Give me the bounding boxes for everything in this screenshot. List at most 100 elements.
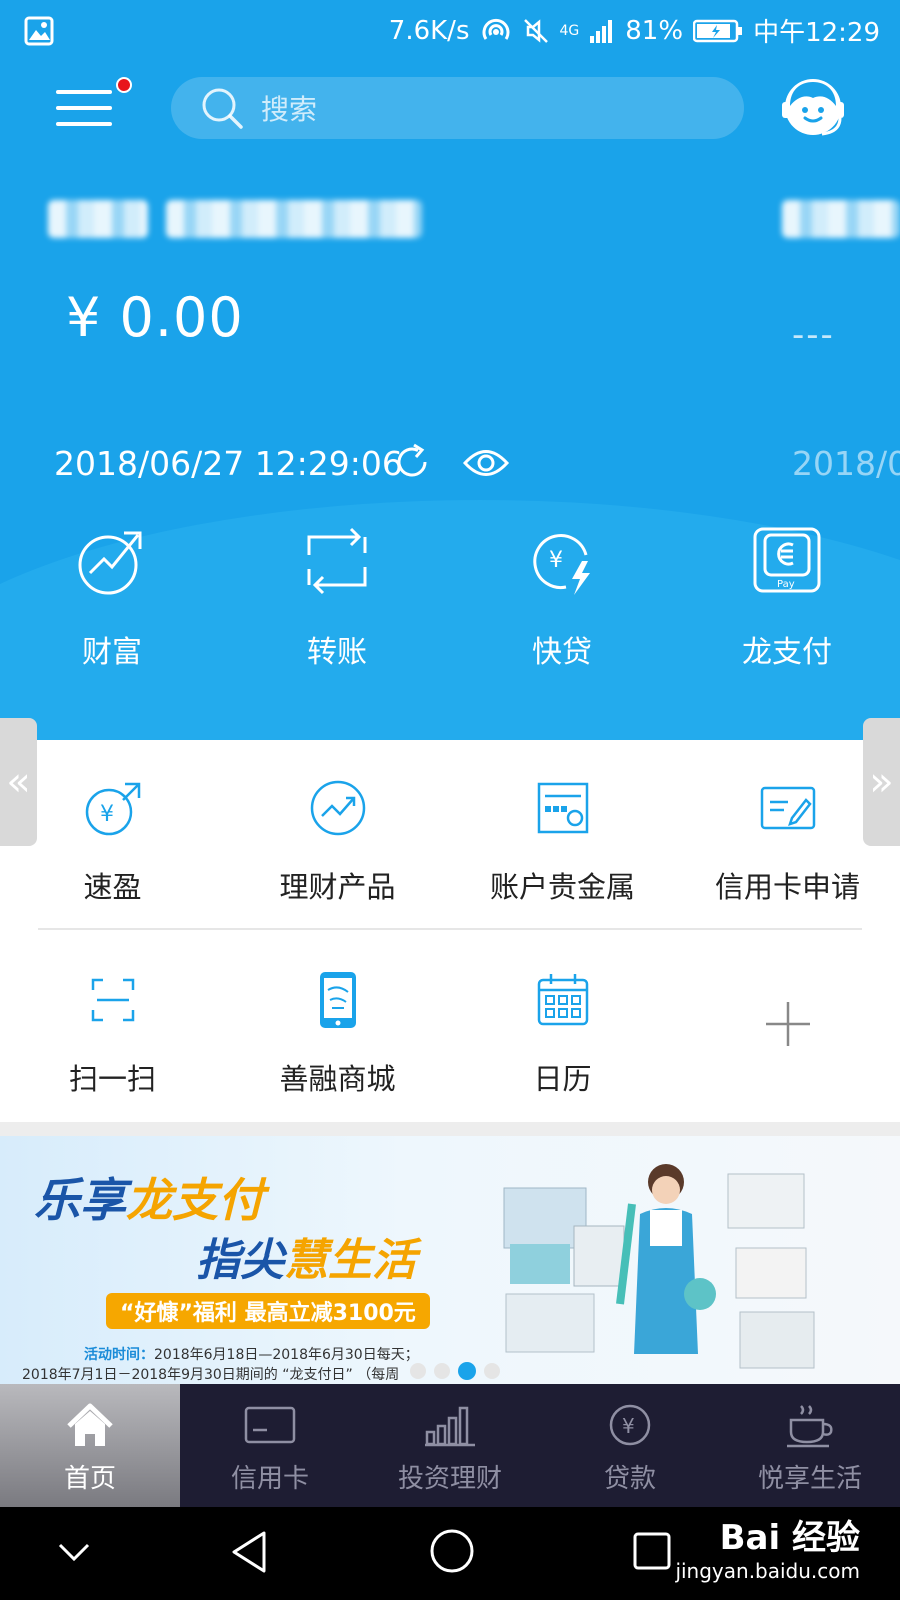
calendar-icon: [537, 974, 588, 1026]
grid-item-suying[interactable]: ¥ 速盈: [0, 778, 225, 906]
quick-action-label: 快贷: [532, 635, 592, 670]
grid-item-calendar[interactable]: 日历: [450, 970, 675, 1098]
grid-item-label: 日历: [533, 1062, 592, 1096]
watermark-url: jingyan.baidu.com: [675, 1559, 860, 1583]
secondary-balance: ---: [792, 315, 835, 355]
balance-amount[interactable]: ¥ 0.00: [66, 286, 244, 349]
secondary-account-masked: [782, 200, 900, 238]
pagination-dot[interactable]: [484, 1363, 500, 1379]
grid-item-label: 账户贵金属: [489, 870, 635, 904]
bottom-tab-bar: 首页 信用卡 投资理财 ¥ 贷款 悦享生活: [0, 1384, 900, 1507]
quick-action-label: 财富: [82, 635, 142, 670]
recents-icon[interactable]: [632, 1531, 672, 1571]
investment-icon: [425, 1406, 475, 1447]
pagination-dot[interactable]: [434, 1363, 450, 1379]
menu-icon: [56, 90, 112, 94]
scan-icon: [91, 978, 134, 1022]
precious-metal-icon: [537, 782, 588, 834]
quick-action-long-pay[interactable]: Pay 龙支付: [707, 525, 867, 671]
tab-label: 悦享生活: [757, 1464, 862, 1494]
baidu-jingyan-watermark: Bai 经验 jingyan.baidu.com: [675, 1510, 860, 1583]
svg-text:¥: ¥: [100, 802, 114, 827]
signal-icon: [590, 19, 613, 43]
life-icon: [787, 1405, 833, 1448]
tab-investment[interactable]: 投资理财: [360, 1384, 540, 1507]
eye-icon[interactable]: [462, 446, 510, 480]
grid-item-add[interactable]: [675, 994, 900, 1080]
grid-item-label: 扫一扫: [68, 1062, 156, 1096]
secondary-timestamp: 2018/0: [792, 444, 900, 483]
grid-item-label: 信用卡申请: [714, 870, 860, 904]
grid-item-label: 速盈: [83, 870, 142, 904]
promo-banner[interactable]: 乐享龙支付 指尖慧生活 “好慷”福利 最高立减3100元 活动时间：2018年6…: [0, 1136, 900, 1384]
status-bar: 7.6K/s 4G 81% 中午12:29: [0, 0, 900, 62]
battery-icon: [693, 19, 743, 42]
wealth-icon: [78, 531, 142, 595]
grid-item-mall[interactable]: 善融商城: [225, 970, 450, 1098]
quick-action-label: 龙支付: [742, 635, 832, 670]
grid-item-label: 善融商城: [279, 1062, 396, 1096]
customer-service-icon[interactable]: [778, 72, 848, 142]
tab-label: 首页: [63, 1464, 116, 1494]
home-circle-icon[interactable]: [428, 1527, 476, 1575]
tab-home[interactable]: 首页: [0, 1384, 180, 1507]
tab-label: 投资理财: [397, 1464, 502, 1494]
banner-headline-1: 乐享龙支付: [34, 1173, 264, 1227]
network-speed: 7.6K/s: [388, 15, 470, 46]
banner-activity-time: 活动时间：2018年6月18日—2018年6月30日每天；: [84, 1347, 419, 1363]
quick-action-quick-loan[interactable]: ¥ 快贷: [482, 525, 642, 671]
tab-label: 信用卡: [230, 1464, 309, 1494]
svg-text:¥: ¥: [549, 548, 563, 573]
tab-label: 贷款: [603, 1464, 656, 1494]
battery-percent: 81%: [625, 15, 684, 46]
svg-text:¥: ¥: [622, 1414, 635, 1438]
credit-card-apply-icon: [760, 786, 815, 830]
hotspot-icon: [482, 18, 509, 40]
grid-item-label: 理财产品: [279, 870, 396, 904]
grid-item-financial-products[interactable]: 理财产品: [225, 778, 450, 906]
pagination-dot[interactable]: [410, 1363, 426, 1379]
mall-icon: [319, 972, 356, 1028]
search-bar[interactable]: 搜索: [171, 77, 744, 139]
collapse-icon[interactable]: [56, 1537, 92, 1567]
watermark-brand: Bai 经验: [719, 1518, 860, 1558]
notification-dot: [116, 77, 132, 93]
tab-life[interactable]: 悦享生活: [720, 1384, 900, 1507]
transfer-icon: [307, 527, 367, 595]
banner-products-image: [503, 1164, 815, 1369]
back-icon[interactable]: [228, 1529, 272, 1575]
quick-action-wealth[interactable]: 财富: [32, 525, 192, 671]
menu-button[interactable]: [56, 86, 114, 130]
search-icon: [202, 88, 243, 129]
refresh-icon[interactable]: [392, 442, 432, 482]
grid-item-credit-card-apply[interactable]: 信用卡申请: [675, 778, 900, 906]
network-type: 4G: [559, 22, 580, 39]
quick-action-transfer[interactable]: 转账: [257, 525, 417, 671]
banner-promo-badge: “好慷”福利 最高立减3100元: [106, 1293, 430, 1329]
banner-pagination: [410, 1362, 500, 1380]
tab-loan[interactable]: ¥ 贷款: [540, 1384, 720, 1507]
loan-icon: ¥: [609, 1404, 651, 1446]
credit-card-icon: [244, 1406, 296, 1444]
quick-action-label: 转账: [307, 635, 367, 670]
grid-divider: [38, 928, 862, 930]
status-time: 中午12:29: [753, 18, 880, 48]
long-pay-icon: Pay: [753, 527, 821, 593]
account-name-masked: [48, 200, 148, 238]
banner-headline-2: 指尖慧生活: [196, 1235, 416, 1286]
grid-item-precious-metal[interactable]: 账户贵金属: [450, 778, 675, 906]
home-icon: [67, 1403, 113, 1446]
banner-activity-time-2: 2018年7月1日－2018年9月30日期间的 “龙支付日” （每周: [22, 1367, 400, 1383]
svg-text:Pay: Pay: [777, 579, 795, 590]
pagination-dot-active[interactable]: [458, 1362, 476, 1380]
tab-credit-card[interactable]: 信用卡: [180, 1384, 360, 1507]
account-header: 7.6K/s 4G 81% 中午12:29 搜索 ¥ 0.00 --- 2018…: [0, 0, 900, 740]
search-placeholder: 搜索: [261, 93, 318, 126]
section-separator: [0, 1122, 900, 1136]
grid-item-scan[interactable]: 扫一扫: [0, 970, 225, 1098]
image-notification-icon: [24, 16, 54, 46]
add-icon: [765, 1002, 810, 1046]
update-timestamp: 2018/06/27 12:29:06: [54, 444, 403, 483]
financial-products-icon: [310, 780, 365, 836]
account-number-masked: [166, 200, 422, 238]
